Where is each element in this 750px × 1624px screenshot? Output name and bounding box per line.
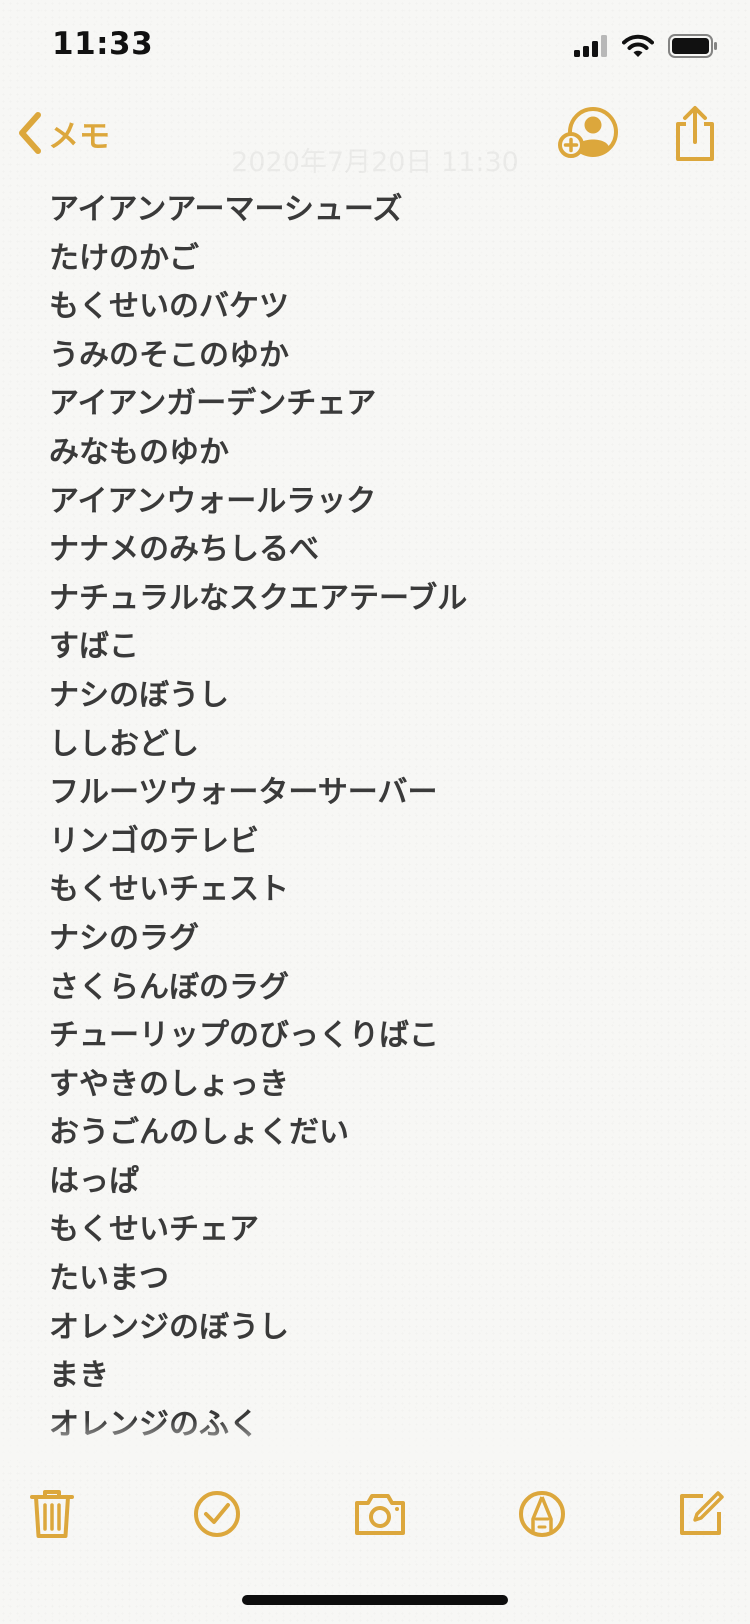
note-line: たいまつ [49, 1261, 169, 1297]
note-line: さくらんぼのラグ [49, 969, 289, 1005]
note-line: うみのそこのゆか [49, 337, 289, 373]
note-line: ナチュラルなスクエアテーブル [49, 580, 468, 616]
note-line: まき [49, 1358, 109, 1394]
note-line: たけのかご [49, 240, 199, 276]
wifi-icon [622, 34, 654, 57]
note-line: ししおどし [49, 726, 199, 762]
note-line: アイアンガーデンチェア [49, 386, 377, 422]
camera-button[interactable] [352, 1486, 408, 1542]
note-line: もくせいチェスト [49, 872, 289, 908]
note-line: リンゴのテレビ [49, 823, 259, 859]
status-time: 11:33 [52, 26, 154, 62]
note-body[interactable]: アイアンアーマーシューズ たけのかごもくせいのバケツ うみのそこのゆかアイアンガーデ… [49, 186, 709, 1448]
delete-button[interactable] [24, 1486, 80, 1542]
trash-icon [30, 1490, 74, 1538]
note-line: すばこ [49, 629, 139, 665]
note-line: フルーツウォーターサーバー [49, 775, 438, 811]
note-line: チューリップのびっくりばこ [49, 1018, 439, 1054]
note-line: ナシのぼうし [49, 677, 229, 713]
compose-icon [680, 1491, 724, 1535]
note-date: 2020年7月20日 11:30 [231, 147, 519, 178]
note-fade [0, 1420, 750, 1460]
note-line: おうごんのしょくだい [49, 1115, 349, 1151]
note-line: はっぱ [49, 1163, 139, 1199]
compose-button[interactable] [673, 1486, 729, 1542]
note-line: オレンジのぼうし [49, 1309, 289, 1345]
note-line: ナナメのみちしるべ [49, 532, 319, 568]
note-line: アイアンアーマーシューズ [49, 192, 403, 227]
note-line: みなものゆか [49, 434, 229, 470]
camera-icon [355, 1494, 405, 1535]
cellular-signal-icon [574, 35, 607, 57]
bottom-toolbar [0, 1480, 750, 1550]
note-line: アイアンウォールラック [49, 483, 377, 519]
note-line: もくせいのバケツ [49, 289, 289, 325]
checklist-icon [194, 1491, 240, 1537]
status-icons [574, 34, 718, 58]
checklist-button[interactable] [189, 1486, 245, 1542]
note-line: ナシのラグ [49, 920, 199, 956]
battery-icon [668, 34, 717, 58]
markup-button[interactable] [514, 1486, 570, 1542]
markup-pen-icon [519, 1491, 565, 1537]
status-bar: 11:33 [0, 0, 750, 90]
note-line: もくせいチェア [49, 1212, 259, 1248]
home-indicator [242, 1595, 508, 1605]
note-line: すやきのしょっき [49, 1066, 289, 1102]
